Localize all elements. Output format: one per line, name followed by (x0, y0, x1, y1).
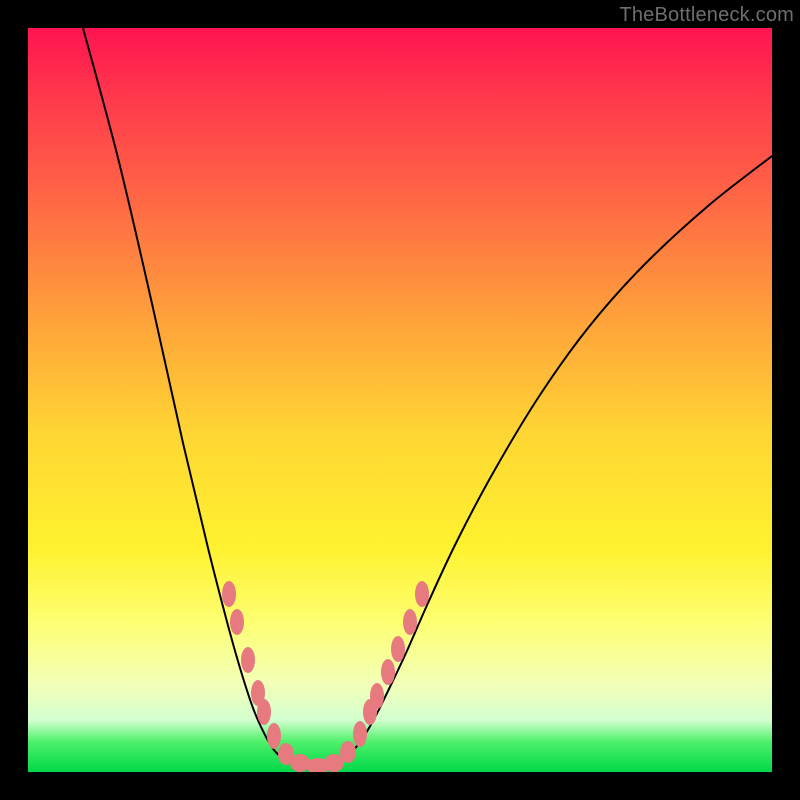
chart-svg (28, 28, 772, 772)
curve-marker (267, 723, 281, 749)
curve-marker (415, 581, 429, 607)
curve-marker (391, 636, 405, 662)
chart-plot-area (28, 28, 772, 772)
curve-marker (353, 721, 367, 747)
curve-marker (257, 699, 271, 725)
curve-marker (222, 581, 236, 607)
curve-marker (230, 609, 244, 635)
curve-marker (370, 683, 384, 709)
watermark-text: TheBottleneck.com (619, 4, 794, 27)
curve-marker (340, 741, 356, 763)
curve-marker (241, 647, 255, 673)
curve-marker (381, 659, 395, 685)
bottleneck-curve (83, 28, 772, 768)
curve-markers (222, 581, 429, 772)
curve-marker (403, 609, 417, 635)
